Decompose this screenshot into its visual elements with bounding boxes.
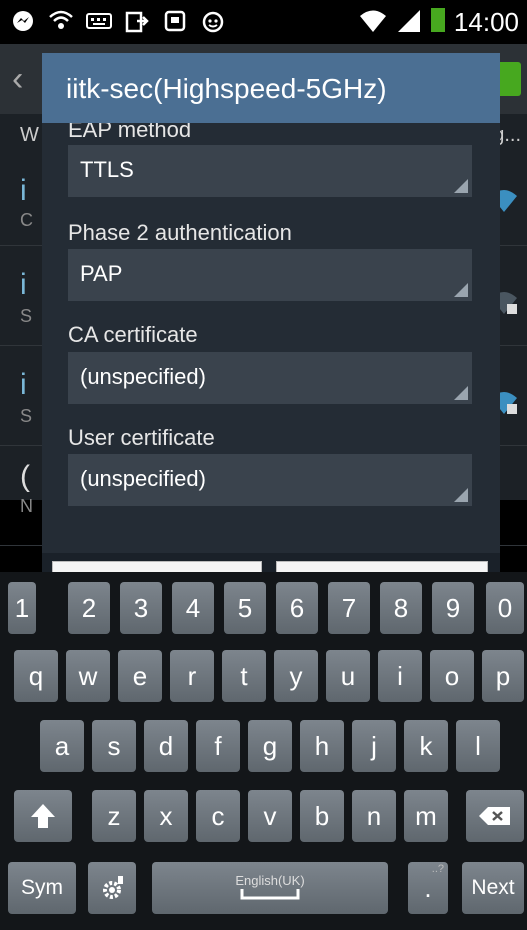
back-arrow-icon[interactable]: ‹	[12, 60, 23, 99]
key-k[interactable]: k	[404, 720, 448, 772]
wifi-toggle[interactable]	[497, 62, 521, 96]
period-hint: ..?	[431, 863, 444, 875]
dialog-form[interactable]: EAP method TTLS Phase 2 authentication P…	[42, 123, 500, 553]
key-n[interactable]: n	[352, 790, 396, 842]
user-certificate-select[interactable]: (unspecified)	[68, 454, 472, 506]
user-certificate-value: (unspecified)	[80, 466, 206, 491]
ca-certificate-value: (unspecified)	[80, 364, 206, 389]
key-8[interactable]: 8	[380, 582, 422, 634]
status-indicators: 14:00	[358, 6, 519, 39]
key-2[interactable]: 2	[68, 582, 110, 634]
ca-certificate-select[interactable]: (unspecified)	[68, 352, 472, 404]
wifi-signal-icon	[358, 6, 388, 39]
key-b[interactable]: b	[300, 790, 344, 842]
key-m[interactable]: m	[404, 790, 448, 842]
key-s[interactable]: s	[92, 720, 136, 772]
network-name: i	[20, 268, 27, 301]
wifi-connect-dialog: iitk-sec(Highspeed-5GHz) EAP method TTLS…	[42, 53, 500, 623]
background-header-partial: W	[20, 124, 39, 146]
space-bar-icon	[240, 888, 300, 899]
key-t[interactable]: t	[222, 650, 266, 702]
key-0[interactable]: 0	[486, 582, 524, 634]
usb-icon	[162, 8, 188, 34]
phase2-auth-value: PAP	[80, 261, 123, 286]
dropdown-arrow-icon	[454, 283, 468, 297]
space-key[interactable]: English(UK)	[152, 862, 388, 914]
key-9[interactable]: 9	[432, 582, 474, 634]
battery-icon	[430, 6, 446, 39]
soft-keyboard: 1 2 3 4 5 6 7 8 9 0 q w e r t y u i o p …	[0, 572, 527, 930]
dropdown-arrow-icon	[454, 179, 468, 193]
key-h[interactable]: h	[300, 720, 344, 772]
key-y[interactable]: y	[274, 650, 318, 702]
key-7[interactable]: 7	[328, 582, 370, 634]
key-j[interactable]: j	[352, 720, 396, 772]
dialog-title: iitk-sec(Highspeed-5GHz)	[66, 73, 387, 104]
wifi-hotspot-icon	[48, 8, 74, 34]
phase2-auth-label: Phase 2 authentication	[68, 220, 292, 245]
dropdown-arrow-icon	[454, 386, 468, 400]
key-e[interactable]: e	[118, 650, 162, 702]
key-3[interactable]: 3	[120, 582, 162, 634]
eap-method-label: EAP method	[68, 123, 192, 142]
key-c[interactable]: c	[196, 790, 240, 842]
network-status: S	[20, 406, 33, 426]
key-z[interactable]: z	[92, 790, 136, 842]
key-v[interactable]: v	[248, 790, 292, 842]
keyboard-language-label: English(UK)	[235, 872, 305, 888]
network-status: C	[20, 210, 33, 230]
network-name: (	[20, 460, 30, 493]
network-status: N	[20, 496, 33, 516]
keyboard-icon	[86, 8, 112, 34]
key-i[interactable]: i	[378, 650, 422, 702]
cell-signal-icon	[396, 6, 422, 39]
key-p[interactable]: p	[482, 650, 524, 702]
key-x[interactable]: x	[144, 790, 188, 842]
key-w[interactable]: w	[66, 650, 110, 702]
key-4[interactable]: 4	[172, 582, 214, 634]
user-certificate-label: User certificate	[68, 425, 215, 450]
status-bar: 14:00	[0, 0, 527, 44]
key-6[interactable]: 6	[276, 582, 318, 634]
phase2-auth-select[interactable]: PAP	[68, 249, 472, 301]
shift-key[interactable]	[14, 790, 72, 842]
period-key[interactable]: . ..?	[408, 862, 448, 914]
key-u[interactable]: u	[326, 650, 370, 702]
network-name: i	[20, 368, 27, 401]
clock: 14:00	[453, 7, 519, 37]
eap-method-select[interactable]: TTLS	[68, 145, 472, 197]
messenger-icon	[10, 8, 36, 34]
backspace-key[interactable]	[466, 790, 524, 842]
key-l[interactable]: l	[456, 720, 500, 772]
network-status: S	[20, 306, 33, 326]
settings-key[interactable]	[88, 862, 136, 914]
period-label: .	[424, 872, 432, 903]
eap-method-value: TTLS	[80, 157, 134, 182]
network-name: i	[20, 174, 27, 207]
key-g[interactable]: g	[248, 720, 292, 772]
key-d[interactable]: d	[144, 720, 188, 772]
sync-icon	[200, 8, 226, 34]
notification-icons	[10, 8, 226, 34]
key-r[interactable]: r	[170, 650, 214, 702]
download-icon	[124, 8, 150, 34]
next-key[interactable]: Next	[462, 862, 524, 914]
backspace-icon	[479, 807, 510, 825]
dialog-title-bar: iitk-sec(Highspeed-5GHz)	[42, 53, 500, 123]
gear-icon	[103, 876, 123, 899]
dropdown-arrow-icon	[454, 488, 468, 502]
key-o[interactable]: o	[430, 650, 474, 702]
sym-key[interactable]: Sym	[8, 862, 76, 914]
ca-certificate-label: CA certificate	[68, 322, 198, 347]
key-5[interactable]: 5	[224, 582, 266, 634]
key-1[interactable]: 1	[8, 582, 36, 634]
key-a[interactable]: a	[40, 720, 84, 772]
shift-arrow-icon	[31, 804, 55, 828]
key-q[interactable]: q	[14, 650, 58, 702]
key-f[interactable]: f	[196, 720, 240, 772]
